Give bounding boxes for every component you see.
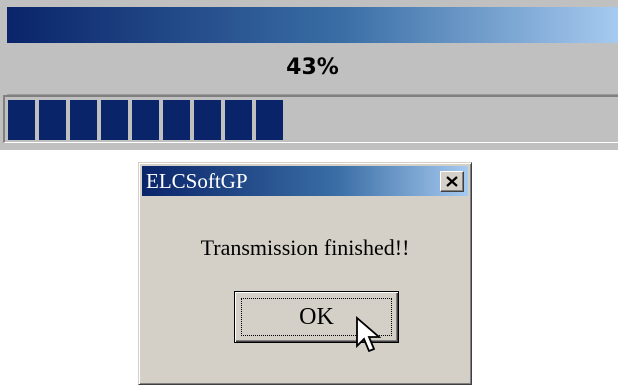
progress-titlebar xyxy=(7,7,618,43)
progress-block xyxy=(39,100,66,140)
progress-block xyxy=(101,100,128,140)
progress-block xyxy=(225,100,252,140)
close-button[interactable] xyxy=(440,171,464,192)
progress-block xyxy=(132,100,159,140)
dialog-title: ELCSoftGP xyxy=(146,169,248,193)
close-icon xyxy=(446,176,458,187)
progress-block xyxy=(8,100,35,140)
progress-window: 43% xyxy=(0,0,618,150)
message-dialog: ELCSoftGP Transmission finished!! OK xyxy=(138,162,472,385)
progress-block xyxy=(256,100,283,140)
progress-bar xyxy=(3,95,618,143)
dialog-message: Transmission finished!! xyxy=(200,235,410,260)
arrow-cursor-icon xyxy=(356,316,381,353)
progress-block xyxy=(194,100,221,140)
progress-block xyxy=(70,100,97,140)
dialog-titlebar: ELCSoftGP xyxy=(142,166,468,196)
progress-block xyxy=(163,100,190,140)
ok-button-label: OK xyxy=(299,303,334,330)
progress-percent-area: 43% xyxy=(7,43,618,95)
progress-percent-label: 43% xyxy=(286,55,339,80)
progress-fill xyxy=(8,100,283,140)
